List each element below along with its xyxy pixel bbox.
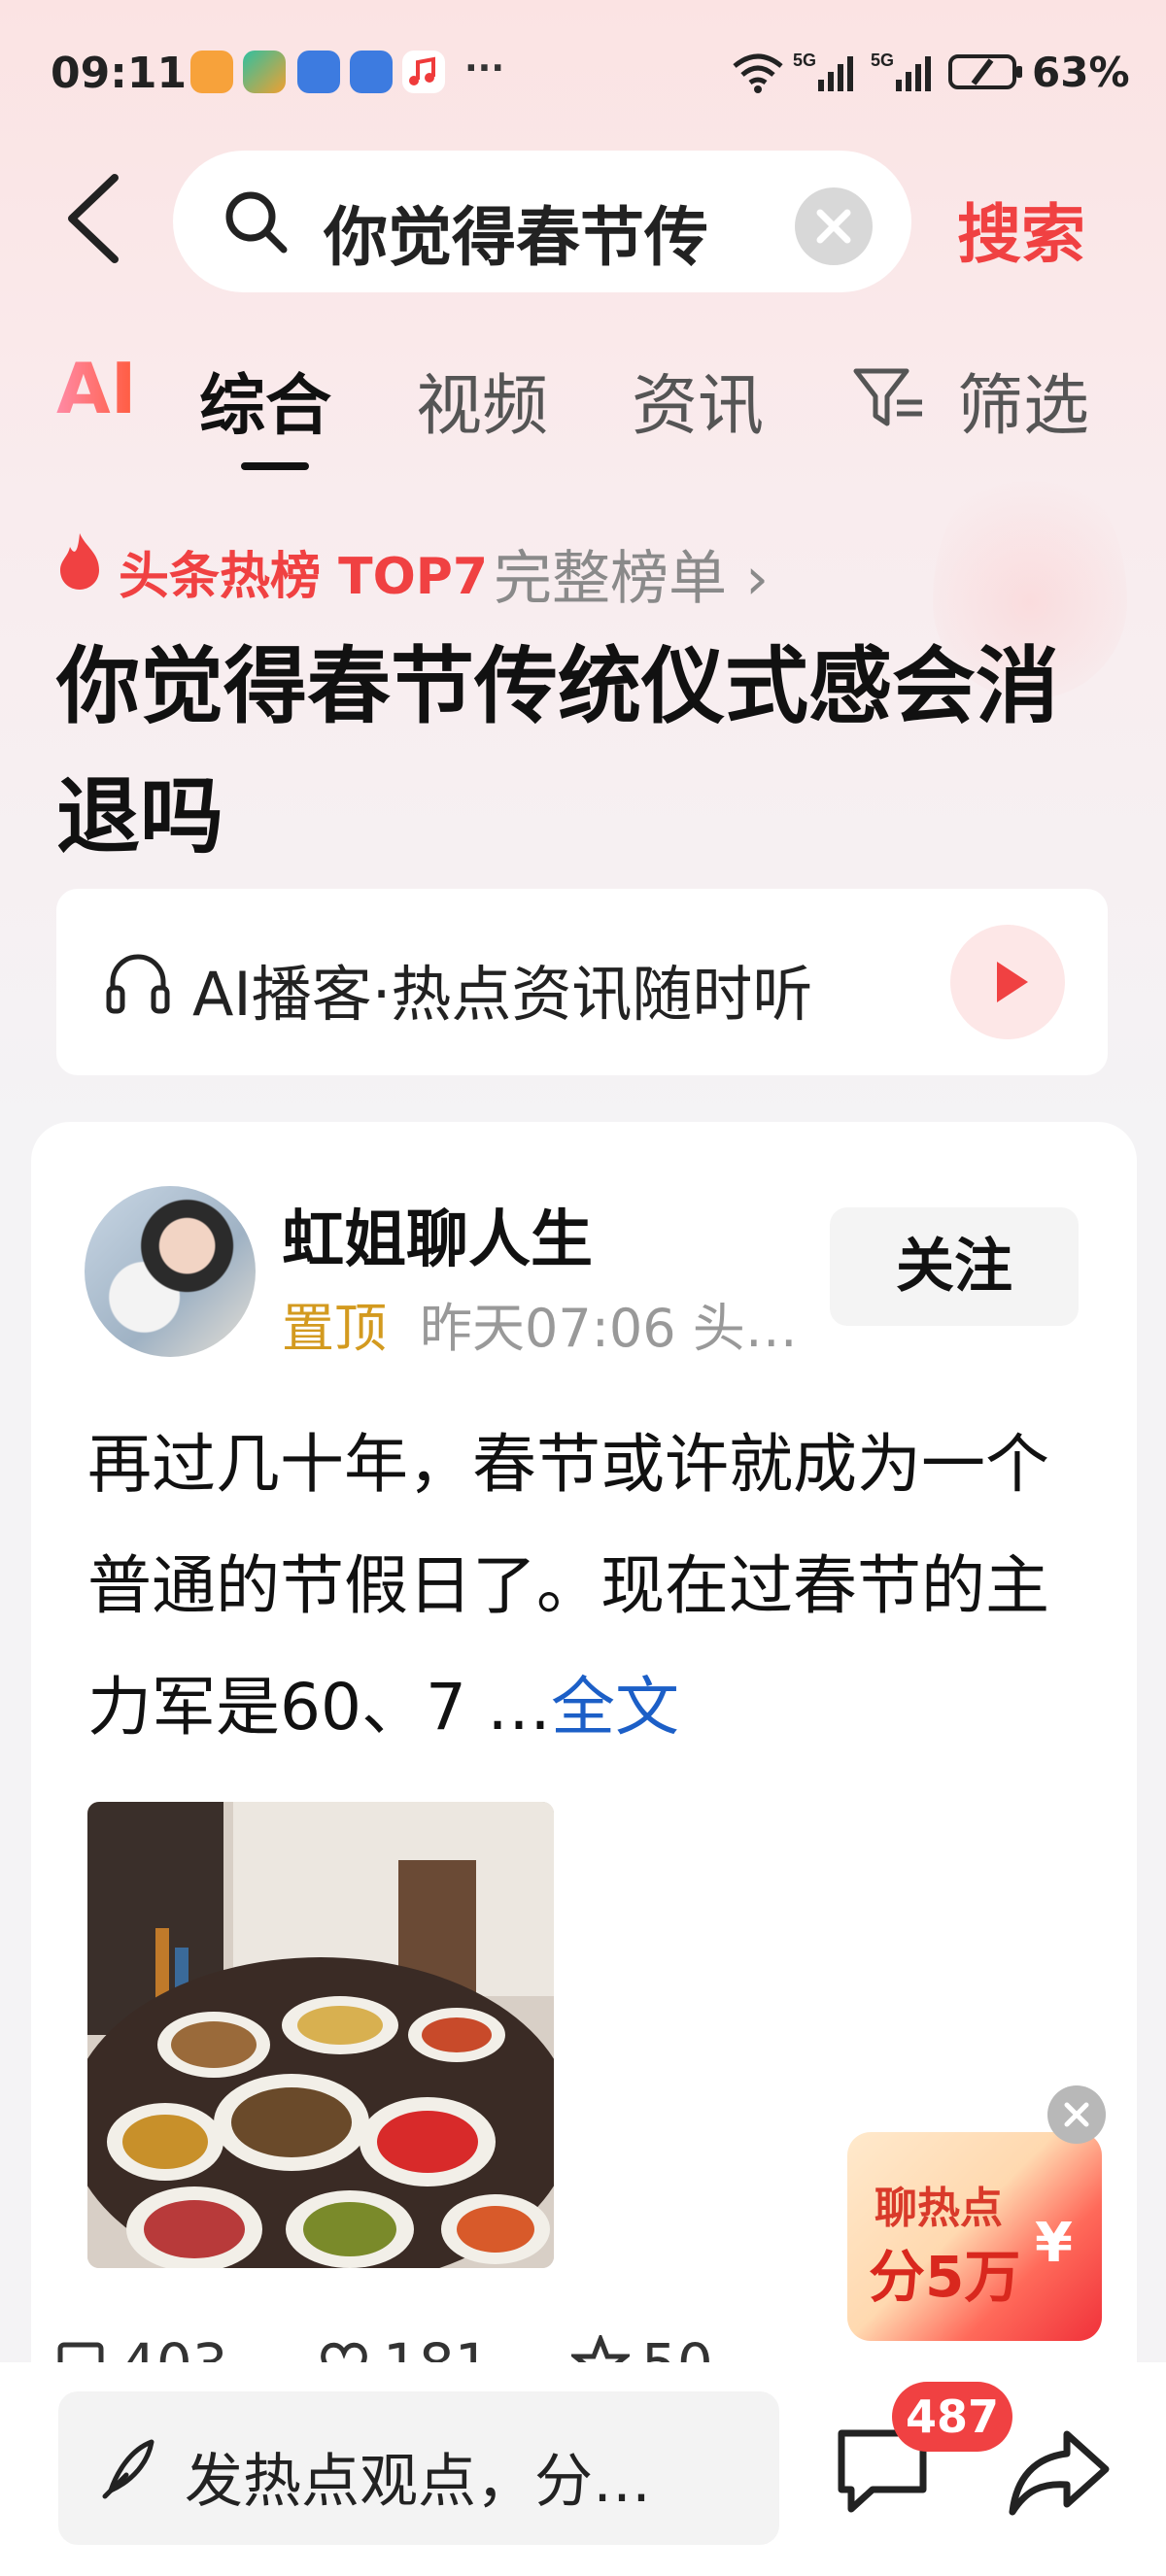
signal-5g-icon-2: 5G	[871, 51, 931, 91]
avatar[interactable]	[85, 1186, 256, 1357]
battery-percent: 63%	[1032, 49, 1130, 96]
tab-filter[interactable]: 筛选	[957, 352, 1089, 448]
promo-card[interactable]: 聊热点 分5万 ¥	[847, 2132, 1102, 2341]
hot-board-label: 头条热榜 TOP7	[119, 548, 489, 606]
status-more-icon: ···	[464, 49, 505, 88]
wifi-icon	[733, 53, 783, 93]
tab-comprehensive[interactable]: 综合	[199, 352, 331, 448]
battery-icon	[948, 54, 1022, 89]
svg-text:5G: 5G	[793, 51, 816, 70]
comment-placeholder: 发热点观点，分…	[185, 2448, 651, 2516]
author-name[interactable]: 虹姐聊人生	[282, 1190, 593, 1279]
chevron-left-icon	[68, 174, 119, 263]
play-icon	[997, 962, 1028, 1002]
follow-button[interactable]: 关注	[830, 1207, 1079, 1326]
status-time: 09:11	[51, 49, 188, 98]
ai-podcast-card[interactable]: AI播客·热点资讯随时听	[56, 889, 1108, 1075]
read-more-link[interactable]: 全文	[551, 1670, 679, 1745]
svg-text:5G: 5G	[871, 51, 894, 70]
share-icon[interactable]	[1007, 2423, 1114, 2520]
status-bar: 09:11 ··· 5G 5G 63%	[0, 0, 1166, 146]
promo-close-button[interactable]	[1047, 2085, 1106, 2144]
close-icon	[1064, 2102, 1089, 2127]
comment-input[interactable]: 发热点观点，分…	[58, 2391, 779, 2545]
bottom-bar: 发热点观点，分… 487	[0, 2362, 1166, 2576]
full-list-link[interactable]: 完整榜单 ›	[494, 531, 769, 616]
post-meta: 昨天07:06 头…	[420, 1298, 798, 1359]
music-icon	[402, 51, 445, 93]
page-title: 你觉得春节传统仪式感会消退吗	[56, 638, 1059, 865]
filter-icon[interactable]	[850, 363, 928, 431]
app-notification-icon	[190, 51, 233, 93]
active-tab-indicator	[241, 462, 309, 470]
comment-count-badge: 487	[892, 2382, 1013, 2452]
search-icon	[225, 191, 288, 254]
tab-video[interactable]: 视频	[416, 352, 548, 448]
clear-search-button[interactable]	[795, 187, 873, 265]
flame-icon	[60, 533, 99, 590]
play-button[interactable]	[950, 925, 1065, 1039]
search-query: 你觉得春节传	[324, 200, 708, 275]
post-image[interactable]	[87, 1802, 554, 2268]
tab-news[interactable]: 资讯	[632, 352, 764, 448]
signal-5g-icon: 5G	[793, 51, 853, 91]
browser-icon-2	[350, 51, 393, 93]
back-button[interactable]	[58, 170, 126, 267]
browser-icon	[297, 51, 340, 93]
yen-icon: ¥	[1035, 2212, 1073, 2275]
result-tabs: AI 综合 视频 资讯 筛选	[0, 340, 1166, 476]
dinner-table-photo	[87, 1802, 554, 2268]
promo-line1: 聊热点	[874, 2184, 1003, 2233]
search-button[interactable]: 搜索	[957, 183, 1085, 276]
headphone-icon	[106, 954, 170, 1014]
pen-icon	[102, 2439, 154, 2499]
tab-ai[interactable]: AI	[56, 348, 137, 429]
close-icon	[816, 209, 851, 244]
pinned-badge: 置顶	[282, 1298, 387, 1359]
promo-float[interactable]: 聊热点 分5万 ¥	[847, 2085, 1106, 2346]
post-body[interactable]: 再过几十年，春节或许就成为一个普通的节假日了。现在过春节的主力军是60、7 …全…	[87, 1404, 1088, 1768]
promo-line2: 分5万	[869, 2244, 1021, 2310]
search-input[interactable]: 你觉得春节传	[173, 151, 911, 292]
ai-podcast-label: AI播客·热点资讯随时听	[192, 959, 813, 1030]
mobile-app-icon	[243, 51, 286, 93]
